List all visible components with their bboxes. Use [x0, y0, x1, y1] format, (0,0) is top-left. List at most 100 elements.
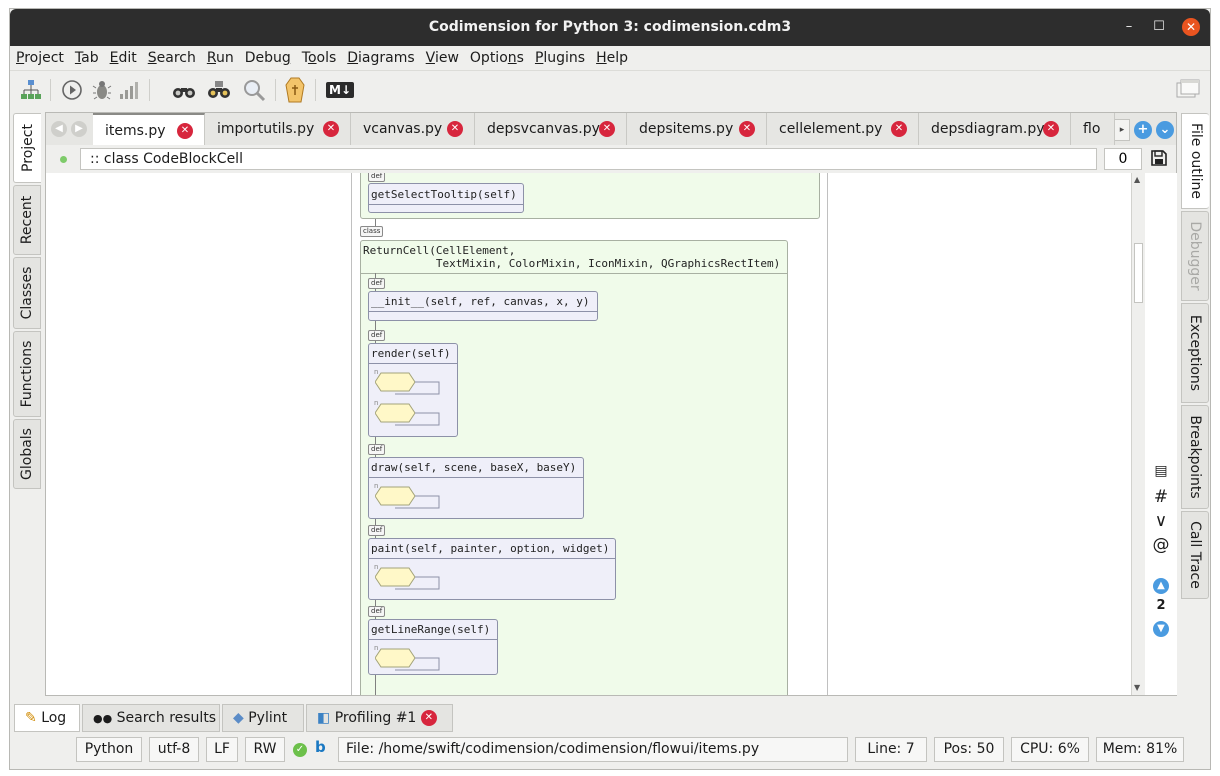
- menu-bar: Project Tab Edit Search Run Debug Tools Diagram…: [10, 46, 1210, 71]
- close-tab-icon[interactable]: ✕: [323, 121, 339, 137]
- editor-tab-items-py[interactable]: items.py ✕: [93, 113, 205, 146]
- title-bar[interactable]: Codimension for Python 3: codimension.cd…: [10, 9, 1210, 46]
- side-tab-globals[interactable]: Globals: [13, 419, 41, 489]
- editor-tab-importutils-py[interactable]: importutils.py ✕: [205, 113, 351, 145]
- side-tab-recent[interactable]: Recent: [13, 185, 41, 255]
- breadcrumb-number[interactable]: 0: [1104, 148, 1142, 170]
- def-box[interactable]: draw(self, scene, baseX, baseY) n: [368, 457, 584, 519]
- menu-debug[interactable]: Debug: [240, 46, 296, 70]
- profile-bars-icon[interactable]: [116, 77, 142, 103]
- editor-tab-flo[interactable]: flo: [1071, 113, 1115, 145]
- find-name-magnifier-icon[interactable]: [241, 77, 267, 103]
- new-tab-plus-icon[interactable]: +: [1134, 121, 1152, 139]
- vcs-status-icon[interactable]: b: [315, 738, 326, 756]
- right-side-tabs: File outline Debugger Exceptions Breakpo…: [1181, 113, 1209, 613]
- side-tab-functions[interactable]: Functions: [13, 331, 41, 417]
- window-layout-icon[interactable]: [1175, 77, 1201, 103]
- editor-side-bar: ▤ # ∨ @ ▲ 2 ▼: [1145, 173, 1177, 695]
- side-tab-file-outline[interactable]: File outline: [1181, 113, 1209, 209]
- log-icon: ✎: [25, 710, 37, 726]
- def-box-top[interactable]: getSelectTooltip(self): [368, 183, 524, 213]
- nav-forward-icon[interactable]: ▶: [71, 121, 87, 137]
- close-tab-icon[interactable]: ✕: [447, 121, 463, 137]
- close-tab-icon[interactable]: ✕: [599, 121, 615, 137]
- editor-tab-cellelement-py[interactable]: cellelement.py ✕: [767, 113, 919, 145]
- tab-label: depsvcanvas.py: [487, 121, 600, 137]
- markdown-icon[interactable]: M↓: [326, 77, 354, 103]
- editor-tab-depsvcanvas-py[interactable]: depsvcanvas.py ✕: [475, 113, 627, 145]
- menu-plugins[interactable]: Plugins: [530, 46, 590, 70]
- status-mode[interactable]: RW: [245, 737, 285, 762]
- menu-options[interactable]: Options: [465, 46, 529, 70]
- bottom-tab-profiling[interactable]: ◧ Profiling #1 ✕: [306, 704, 453, 732]
- close-tab-icon[interactable]: ✕: [891, 121, 907, 137]
- find-in-files-icon[interactable]: [206, 77, 232, 103]
- flow-diagram-canvas[interactable]: def getSelectTooltip(self) class ReturnC…: [46, 173, 1131, 695]
- bottom-tab-pylint[interactable]: ◆ Pylint: [222, 704, 304, 732]
- prev-arrow-icon[interactable]: ▲: [1153, 578, 1169, 594]
- side-tab-debugger[interactable]: Debugger: [1181, 211, 1209, 301]
- project-tree-icon[interactable]: [18, 77, 44, 103]
- def-badge: def: [368, 525, 386, 536]
- next-arrow-icon[interactable]: ▼: [1153, 621, 1169, 637]
- scroll-down-icon[interactable]: ▼: [1134, 683, 1140, 692]
- hash-icon[interactable]: #: [1151, 487, 1171, 507]
- close-window-icon[interactable]: ✕: [1182, 18, 1200, 36]
- def-box[interactable]: paint(self, painter, option, widget) n: [368, 538, 616, 600]
- def-signature: getLineRange(self): [371, 623, 491, 636]
- counter: 2: [1156, 598, 1166, 613]
- menu-tab[interactable]: Tab: [70, 46, 104, 70]
- side-tab-breakpoints[interactable]: Breakpoints: [1181, 405, 1209, 509]
- nav-back-icon[interactable]: ◀: [51, 121, 67, 137]
- menu-view[interactable]: View: [421, 46, 464, 70]
- close-tab-icon[interactable]: ✕: [177, 123, 193, 139]
- status-eol[interactable]: LF: [206, 737, 238, 762]
- chevron-down-icon[interactable]: ∨: [1151, 511, 1171, 531]
- menu-project[interactable]: Project: [11, 46, 69, 70]
- tab-label: depsdiagram.py: [931, 121, 1045, 137]
- side-tab-call-trace[interactable]: Call Trace: [1181, 511, 1209, 599]
- document-icon[interactable]: ▤: [1151, 463, 1171, 479]
- status-encoding[interactable]: utf-8: [149, 737, 199, 762]
- maximize-icon[interactable]: ☐: [1150, 18, 1168, 36]
- side-tab-project[interactable]: Project: [13, 113, 41, 183]
- status-file-path[interactable]: File: /home/swift/codimension/codimensio…: [338, 737, 848, 762]
- save-icon[interactable]: [1150, 149, 1168, 171]
- close-tab-icon[interactable]: ✕: [739, 121, 755, 137]
- close-profiling-icon[interactable]: ✕: [420, 710, 437, 726]
- breadcrumb[interactable]: :: class CodeBlockCell: [80, 148, 1097, 170]
- menu-edit[interactable]: Edit: [105, 46, 142, 70]
- dead-code-coffin-icon[interactable]: [282, 77, 308, 103]
- side-tab-exceptions[interactable]: Exceptions: [1181, 303, 1209, 403]
- scroll-up-icon[interactable]: ▲: [1134, 175, 1140, 184]
- def-badge: def: [368, 444, 386, 455]
- tab-list-chevron-down-icon[interactable]: ⌄: [1156, 121, 1174, 139]
- menu-help[interactable]: Help: [591, 46, 633, 70]
- flow-block-icon: [375, 486, 440, 509]
- menu-diagrams[interactable]: Diagrams: [342, 46, 419, 70]
- find-binoculars-icon[interactable]: [171, 77, 197, 103]
- minimize-icon[interactable]: –: [1120, 18, 1138, 36]
- debug-bug-icon[interactable]: [89, 77, 115, 103]
- bottom-tab-search-results[interactable]: ●● Search results: [82, 704, 220, 732]
- menu-tools[interactable]: Tools: [297, 46, 342, 70]
- editor-tab-depsitems-py[interactable]: depsitems.py ✕: [627, 113, 767, 145]
- side-tab-classes[interactable]: Classes: [13, 257, 41, 329]
- flow-block-icon: [375, 372, 440, 395]
- def-signature: draw(self, scene, baseX, baseY): [371, 461, 577, 474]
- status-language[interactable]: Python: [76, 737, 142, 762]
- def-box[interactable]: __init__(self, ref, canvas, x, y): [368, 291, 598, 321]
- menu-run[interactable]: Run: [202, 46, 239, 70]
- close-tab-icon[interactable]: ✕: [1043, 121, 1059, 137]
- def-box[interactable]: getLineRange(self) n: [368, 619, 498, 675]
- run-icon[interactable]: [59, 77, 85, 103]
- vertical-scrollbar[interactable]: ▲ ▼: [1131, 173, 1145, 695]
- editor-tab-depsdiagram-py[interactable]: depsdiagram.py ✕: [919, 113, 1071, 145]
- scrollbar-thumb[interactable]: [1134, 243, 1143, 303]
- menu-search[interactable]: Search: [143, 46, 201, 70]
- def-box[interactable]: render(self) n n: [368, 343, 458, 437]
- bottom-tab-log[interactable]: ✎ Log: [14, 704, 80, 732]
- tab-scroll-right-icon[interactable]: ▸: [1114, 119, 1130, 141]
- at-icon[interactable]: @: [1151, 535, 1171, 555]
- editor-tab-vcanvas-py[interactable]: vcanvas.py ✕: [351, 113, 475, 145]
